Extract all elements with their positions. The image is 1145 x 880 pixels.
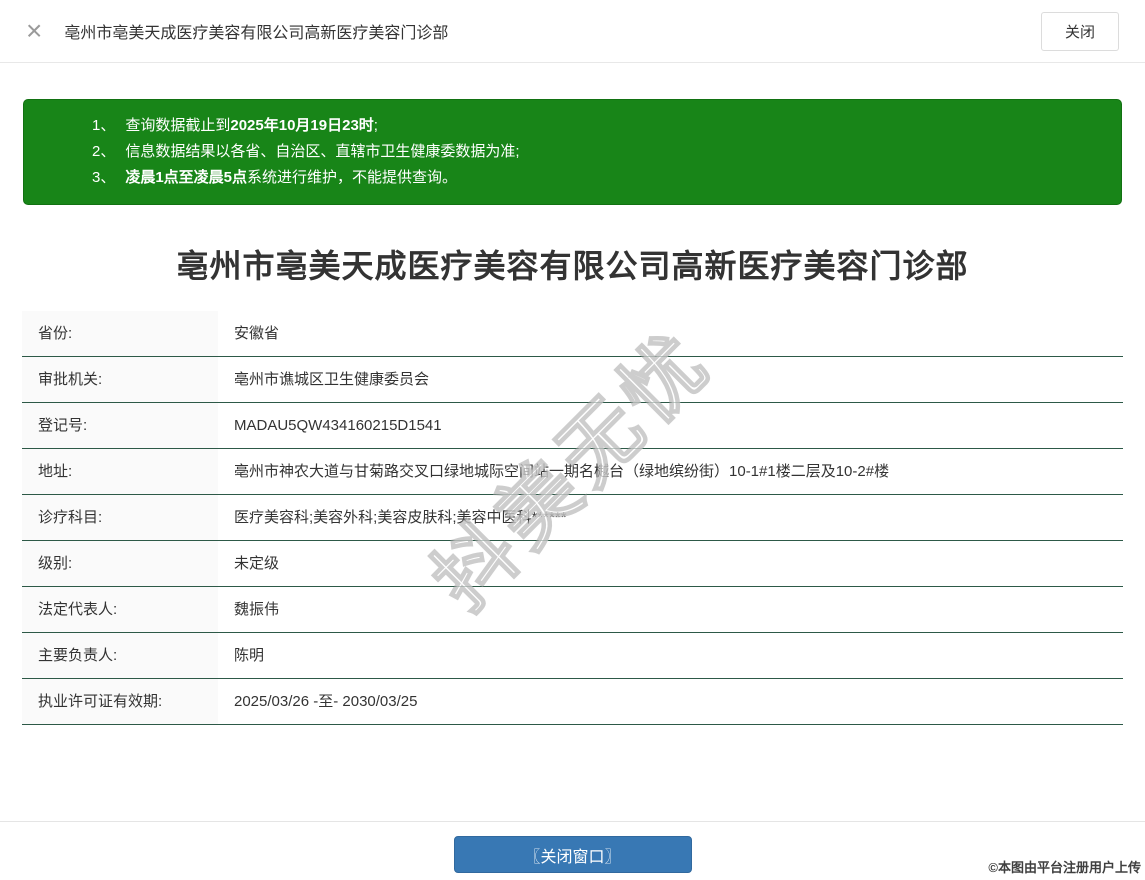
row-label: 级别: <box>22 540 218 587</box>
table-row: 法定代表人: 魏振伟 <box>22 586 1123 633</box>
notice-box: 1、 查询数据截止到2025年10月19日23时; 2、 信息数据结果以各省、自治区、… <box>23 99 1122 205</box>
table-row: 登记号: MADAU5QW434160215D1541 <box>22 402 1123 449</box>
table-row: 地址: 亳州市神农大道与甘菊路交叉口绿地城际空间站一期名樾台（绿地缤纷街）10-1… <box>22 448 1123 495</box>
row-value: 魏振伟 <box>218 586 1123 633</box>
row-value: 未定级 <box>218 540 1123 587</box>
table-row: 省份: 安徽省 <box>22 311 1123 357</box>
info-table-body: 省份: 安徽省 审批机关: 亳州市谯城区卫生健康委员会 登记号: MADAU5QW4341… <box>22 311 1123 725</box>
row-value: 亳州市神农大道与甘菊路交叉口绿地城际空间站一期名樾台（绿地缤纷街）10-1#1楼… <box>218 448 1123 495</box>
table-row: 诊疗科目: 医疗美容科;美容外科;美容皮肤科;美容中医科****** <box>22 494 1123 541</box>
row-label: 地址: <box>22 448 218 495</box>
table-row: 审批机关: 亳州市谯城区卫生健康委员会 <box>22 356 1123 403</box>
row-label: 法定代表人: <box>22 586 218 633</box>
page-title: 亳州市亳美天成医疗美容有限公司高新医疗美容门诊部 <box>176 248 969 284</box>
notice-line: 3、 凌晨1点至凌晨5点系统进行维护，不能提供查询。 <box>92 169 458 186</box>
row-value: MADAU5QW434160215D1541 <box>218 402 1123 449</box>
info-table: 省份: 安徽省 审批机关: 亳州市谯城区卫生健康委员会 登记号: MADAU5QW4341… <box>22 311 1123 725</box>
table-row: 执业许可证有效期: 2025/03/26 -至- 2030/03/25 <box>22 678 1123 725</box>
info-table-wrap: 省份: 安徽省 审批机关: 亳州市谯城区卫生健康委员会 登记号: MADAU5QW4341… <box>22 311 1123 725</box>
row-label: 执业许可证有效期: <box>22 678 218 725</box>
close-x-icon[interactable]: × <box>26 17 42 45</box>
copyright-note: ©本图由平台注册用户上传 <box>988 860 1141 875</box>
row-value: 医疗美容科;美容外科;美容皮肤科;美容中医科****** <box>218 494 1123 541</box>
notice-line: 2、 信息数据结果以各省、自治区、直辖市卫生健康委数据为准; <box>92 143 520 160</box>
row-value: 安徽省 <box>218 311 1123 357</box>
top-bar: × 亳州市亳美天成医疗美容有限公司高新医疗美容门诊部 关闭 <box>0 0 1145 63</box>
table-row: 主要负责人: 陈明 <box>22 632 1123 679</box>
row-value: 陈明 <box>218 632 1123 679</box>
row-value: 2025/03/26 -至- 2030/03/25 <box>218 678 1123 725</box>
notice-line: 1、 查询数据截止到2025年10月19日23时; <box>92 117 378 134</box>
row-label: 登记号: <box>22 402 218 449</box>
window-title: 亳州市亳美天成医疗美容有限公司高新医疗美容门诊部 <box>64 25 449 42</box>
row-label: 审批机关: <box>22 356 218 403</box>
close-window-button[interactable]: 〖关闭窗口〗 <box>453 836 692 873</box>
row-label: 主要负责人: <box>22 632 218 679</box>
row-label: 省份: <box>22 311 218 357</box>
notice-list: 1、 查询数据截止到2025年10月19日23时; 2、 信息数据结果以各省、自治区、… <box>92 113 1101 191</box>
row-label: 诊疗科目: <box>22 494 218 541</box>
footer-bar: 〖关闭窗口〗 <box>0 821 1145 880</box>
row-value: 亳州市谯城区卫生健康委员会 <box>218 356 1123 403</box>
table-row: 级别: 未定级 <box>22 540 1123 587</box>
header-close-button[interactable]: 关闭 <box>1040 11 1119 51</box>
